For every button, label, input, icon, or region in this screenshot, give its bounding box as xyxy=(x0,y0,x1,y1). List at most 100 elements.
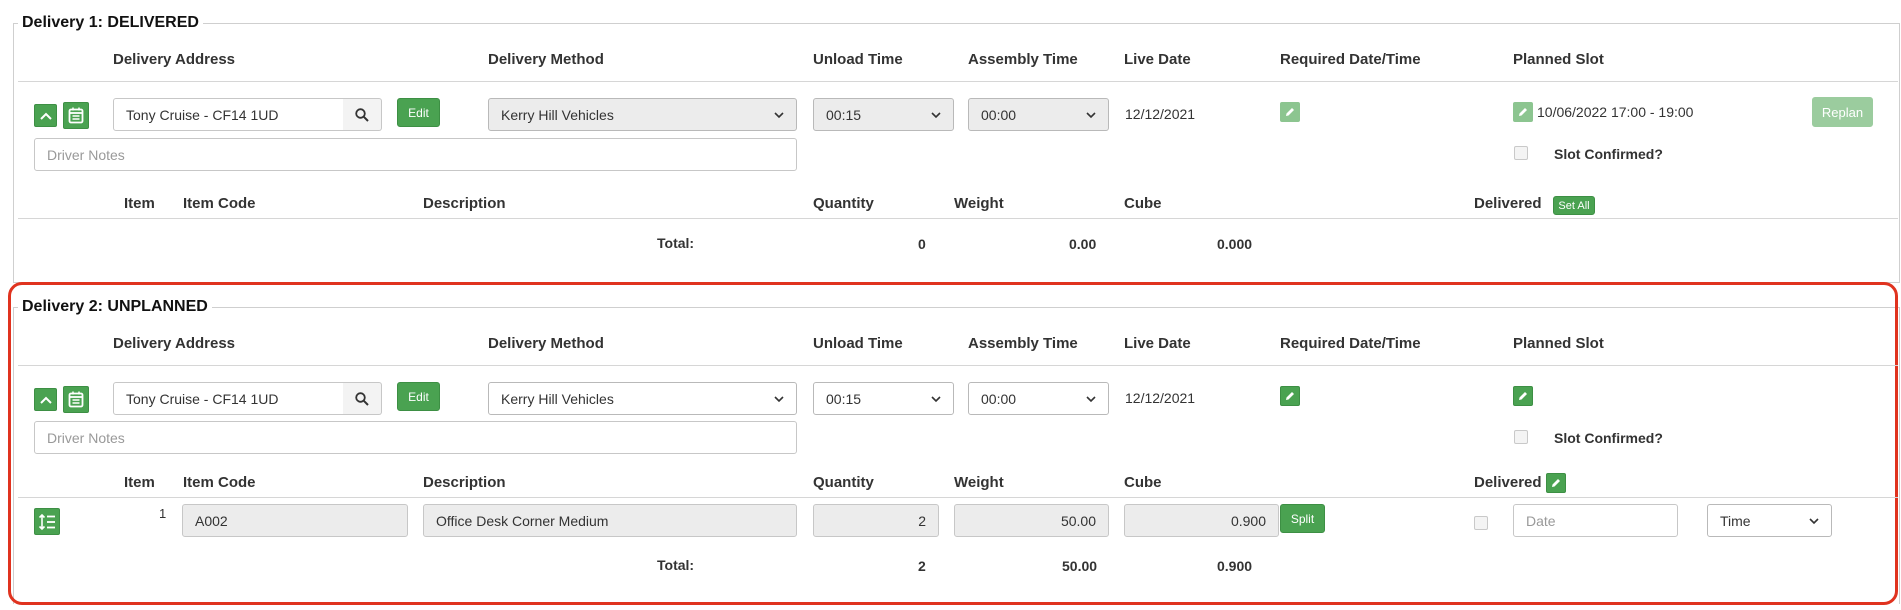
delivery-address-input[interactable]: Tony Cruise - CF14 1UD xyxy=(113,98,344,131)
calendar-icon xyxy=(68,391,84,408)
header-unload-time: Unload Time xyxy=(813,51,903,68)
unload-time-value: 00:15 xyxy=(826,390,862,407)
delivery-method-select[interactable]: Kerry Hill Vehicles xyxy=(488,98,797,131)
line-details-button[interactable] xyxy=(34,508,60,535)
date-placeholder: Date xyxy=(1526,512,1556,529)
divider xyxy=(18,218,1898,219)
delivery-method-select[interactable]: Kerry Hill Vehicles xyxy=(488,382,797,415)
total-cube: 0.000 xyxy=(1217,236,1253,252)
set-all-button[interactable]: Set All xyxy=(1553,196,1595,215)
header-delivery-address: Delivery Address xyxy=(113,51,236,68)
unload-time-select[interactable]: 00:15 xyxy=(813,382,954,415)
divider xyxy=(18,365,1898,366)
header-planned-slot: Planned Slot xyxy=(1513,51,1604,68)
header-required-datetime: Required Date/Time xyxy=(1280,335,1421,352)
pencil-icon xyxy=(1286,392,1294,400)
edit-address-button[interactable]: Edit xyxy=(397,98,440,127)
collapse-button[interactable] xyxy=(34,388,57,411)
header-weight: Weight xyxy=(954,195,1004,212)
chevron-down-icon xyxy=(1809,517,1819,524)
driver-notes-placeholder: Driver Notes xyxy=(47,146,125,163)
item-code-field: A002 xyxy=(182,504,408,537)
header-delivery-method: Delivery Method xyxy=(488,335,604,352)
total-label: Total: xyxy=(657,557,695,573)
replan-button[interactable]: Replan xyxy=(1812,97,1873,127)
header-item: Item xyxy=(124,474,155,491)
slot-confirmed-label: Slot Confirmed? xyxy=(1554,430,1663,446)
delivery-1-title: Delivery 1: DELIVERED xyxy=(18,13,203,33)
header-item: Item xyxy=(124,195,155,212)
delivery-address-input[interactable]: Tony Cruise - CF14 1UD xyxy=(113,382,344,415)
driver-notes-input[interactable]: Driver Notes xyxy=(34,138,797,171)
chevron-down-icon xyxy=(774,111,784,118)
header-delivered: Delivered xyxy=(1474,474,1542,491)
header-delivery-method: Delivery Method xyxy=(488,51,604,68)
total-quantity: 2 xyxy=(918,558,926,574)
collapse-button[interactable] xyxy=(34,104,57,127)
delivered-time-select[interactable]: Time xyxy=(1707,504,1832,537)
header-live-date: Live Date xyxy=(1124,51,1191,68)
divider xyxy=(18,81,1898,82)
delivery-method-value: Kerry Hill Vehicles xyxy=(501,106,614,123)
item-description-field: Office Desk Corner Medium xyxy=(423,504,797,537)
address-search-button[interactable] xyxy=(343,98,382,131)
total-weight: 50.00 xyxy=(1062,558,1098,574)
edit-planned-slot-button[interactable] xyxy=(1513,102,1533,122)
chevron-up-icon xyxy=(39,396,52,404)
header-description: Description xyxy=(423,474,506,491)
driver-notes-placeholder: Driver Notes xyxy=(47,429,125,446)
calendar-button[interactable] xyxy=(63,386,89,413)
edit-required-date-button[interactable] xyxy=(1280,386,1300,406)
split-button[interactable]: Split xyxy=(1280,504,1325,533)
header-assembly-time: Assembly Time xyxy=(968,51,1078,68)
item-weight-field: 50.00 xyxy=(954,504,1109,537)
header-delivery-address: Delivery Address xyxy=(113,335,236,352)
pencil-icon xyxy=(1519,392,1527,400)
calendar-button[interactable] xyxy=(63,102,89,129)
header-required-datetime: Required Date/Time xyxy=(1280,51,1421,68)
delivered-date-input[interactable]: Date xyxy=(1513,504,1678,537)
edit-planned-slot-button[interactable] xyxy=(1513,386,1533,406)
slot-confirmed-checkbox[interactable] xyxy=(1514,146,1528,160)
total-cube: 0.900 xyxy=(1217,558,1253,574)
line-height-icon xyxy=(38,513,55,530)
search-icon xyxy=(355,391,369,406)
address-search-button[interactable] xyxy=(343,382,382,415)
calendar-icon xyxy=(68,107,84,124)
total-label: Total: xyxy=(657,235,695,251)
slot-confirmed-checkbox[interactable] xyxy=(1514,430,1528,444)
assembly-time-value: 00:00 xyxy=(981,106,1017,123)
header-unload-time: Unload Time xyxy=(813,335,903,352)
header-planned-slot: Planned Slot xyxy=(1513,335,1604,352)
item-quantity-field: 2 xyxy=(813,504,939,537)
header-quantity: Quantity xyxy=(813,195,874,212)
chevron-down-icon xyxy=(774,395,784,402)
header-description: Description xyxy=(423,195,506,212)
header-weight: Weight xyxy=(954,474,1004,491)
total-weight: 0.00 xyxy=(1069,236,1097,252)
header-assembly-time: Assembly Time xyxy=(968,335,1078,352)
header-cube: Cube xyxy=(1124,195,1162,212)
header-delivered: Delivered xyxy=(1474,195,1542,212)
delivered-checkbox[interactable] xyxy=(1474,516,1488,530)
unload-time-select[interactable]: 00:15 xyxy=(813,98,954,131)
edit-address-button[interactable]: Edit xyxy=(397,382,440,411)
pencil-icon xyxy=(1552,479,1560,487)
edit-required-date-button[interactable] xyxy=(1280,102,1300,122)
header-live-date: Live Date xyxy=(1124,335,1191,352)
assembly-time-select[interactable]: 00:00 xyxy=(968,382,1109,415)
driver-notes-input[interactable]: Driver Notes xyxy=(34,421,797,454)
header-quantity: Quantity xyxy=(813,474,874,491)
assembly-time-select[interactable]: 00:00 xyxy=(968,98,1109,131)
header-item-code: Item Code xyxy=(183,474,256,491)
unload-time-value: 00:15 xyxy=(826,106,862,123)
planned-slot-value: 10/06/2022 17:00 - 19:00 xyxy=(1537,104,1694,120)
search-icon xyxy=(355,107,369,122)
chevron-up-icon xyxy=(39,112,52,120)
edit-delivered-button[interactable] xyxy=(1546,473,1566,493)
chevron-down-icon xyxy=(1086,111,1096,118)
slot-confirmed-label: Slot Confirmed? xyxy=(1554,146,1663,162)
divider xyxy=(18,497,1898,498)
total-quantity: 0 xyxy=(918,236,926,252)
pencil-icon xyxy=(1286,108,1294,116)
